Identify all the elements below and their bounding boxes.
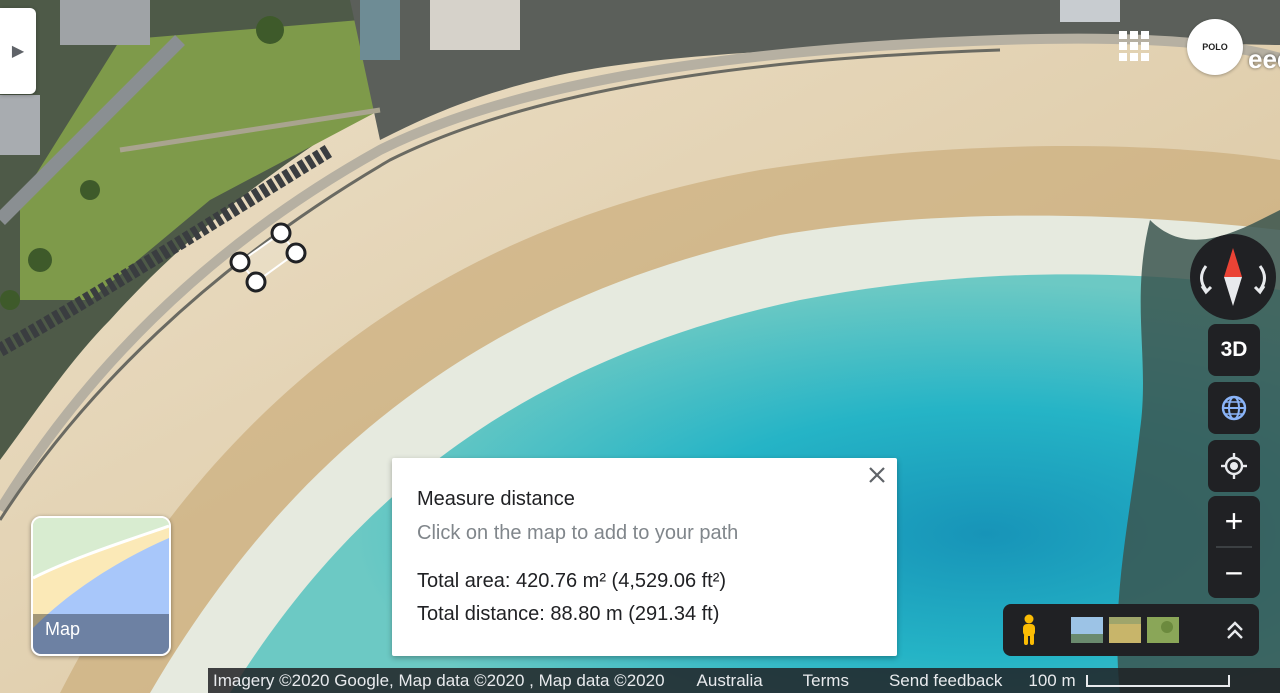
- path-point[interactable]: [270, 222, 292, 244]
- imagery-thumbnail[interactable]: [1071, 617, 1103, 643]
- zoom-controls: + −: [1208, 496, 1260, 598]
- chevron-right-icon: ▶: [11, 43, 25, 60]
- pegman-icon[interactable]: [1017, 614, 1041, 646]
- street-view-layer-bar: [1003, 604, 1259, 656]
- terms-link[interactable]: Terms: [803, 671, 849, 691]
- zoom-out-button[interactable]: −: [1208, 548, 1260, 598]
- account-avatar[interactable]: POLO: [1187, 19, 1243, 75]
- globe-view-button[interactable]: [1208, 382, 1260, 434]
- total-area: Total area: 420.76 m² (4,529.06 ft²): [417, 570, 727, 592]
- minimap-label: Map: [45, 619, 81, 639]
- close-icon: [869, 467, 885, 483]
- corner-label: eedo: [1248, 44, 1280, 74]
- total-distance: Total distance: 88.80 m (291.34 ft): [417, 603, 720, 625]
- map-layer-toggle[interactable]: Map: [31, 516, 171, 656]
- path-point[interactable]: [285, 242, 307, 264]
- close-button[interactable]: [862, 460, 892, 490]
- compass-icon: [1200, 248, 1266, 306]
- scale-label[interactable]: 100 m: [1028, 671, 1075, 691]
- side-panel-toggle-button[interactable]: ▶: [0, 8, 36, 94]
- chevron-up-double-icon: [1227, 621, 1243, 639]
- imagery-attribution: Imagery ©2020 Google, Map data ©2020 , M…: [213, 670, 665, 690]
- imagery-thumbnail[interactable]: [1147, 617, 1179, 643]
- attribution-footer: Imagery ©2020 Google, Map data ©2020 , M…: [208, 668, 1280, 693]
- avatar-text: POLO: [1202, 42, 1228, 52]
- globe-icon: [1221, 395, 1247, 421]
- my-location-icon: [1221, 453, 1247, 479]
- path-point[interactable]: [229, 251, 251, 273]
- imagery-thumbnail[interactable]: [1109, 617, 1141, 643]
- scale-bar: [1086, 675, 1230, 687]
- compass-control[interactable]: [1190, 234, 1276, 320]
- three-d-button[interactable]: 3D: [1208, 324, 1260, 376]
- zoom-in-button[interactable]: +: [1208, 496, 1260, 546]
- path-point[interactable]: [245, 271, 267, 293]
- my-location-button[interactable]: [1208, 440, 1260, 492]
- send-feedback-link[interactable]: Send feedback: [889, 671, 1002, 691]
- apps-grid-icon[interactable]: [1118, 30, 1150, 62]
- country-label[interactable]: Australia: [697, 671, 763, 691]
- measure-hint: Click on the map to add to your path: [417, 522, 739, 544]
- measure-title: Measure distance: [417, 488, 575, 510]
- measure-path[interactable]: [225, 220, 315, 300]
- measure-distance-card: Measure distance Click on the map to add…: [392, 458, 897, 656]
- expand-button[interactable]: [1221, 617, 1249, 645]
